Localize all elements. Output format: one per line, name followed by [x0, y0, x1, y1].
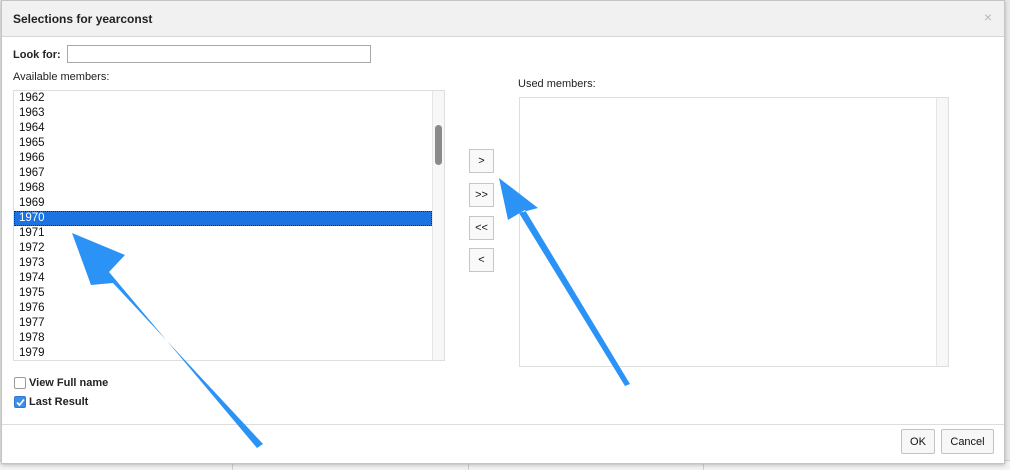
look-for-input[interactable] — [67, 45, 371, 63]
dialog-title: Selections for yearconst — [13, 12, 153, 26]
remove-all-button[interactable]: << — [469, 216, 494, 240]
remove-selected-button[interactable]: < — [469, 248, 494, 272]
available-members-scrollbar[interactable] — [432, 91, 444, 360]
available-member-item[interactable]: 1970 — [14, 211, 432, 226]
available-members-list[interactable]: 1962 1963 1964 1965 1966 1967 1968 1969 1970 1971… — [13, 90, 445, 361]
available-member-item[interactable]: 1969 — [14, 196, 432, 211]
available-member-item[interactable]: 1972 — [14, 241, 432, 256]
available-member-item[interactable]: 1979 — [14, 346, 432, 360]
available-member-item[interactable]: 1971 — [14, 226, 432, 241]
used-members-scrollbar[interactable] — [936, 98, 948, 366]
used-members-list[interactable] — [519, 97, 949, 367]
dialog-titlebar: Selections for yearconst × — [2, 1, 1004, 37]
look-for-label: Look for: — [13, 49, 61, 61]
view-full-name-option[interactable]: View Full name — [14, 377, 108, 389]
available-member-item[interactable]: 1962 — [14, 91, 432, 106]
available-members-label: Available members: — [13, 71, 110, 83]
available-member-item[interactable]: 1966 — [14, 151, 432, 166]
available-member-item[interactable]: 1964 — [14, 121, 432, 136]
available-member-item[interactable]: 1965 — [14, 136, 432, 151]
add-all-button[interactable]: >> — [469, 183, 494, 207]
available-members-items: 1962 1963 1964 1965 1966 1967 1968 1969 1970 1971… — [14, 91, 432, 360]
footer-divider — [2, 424, 1004, 425]
last-result-checkbox[interactable] — [14, 396, 26, 408]
available-member-item[interactable]: 1977 — [14, 316, 432, 331]
ok-button[interactable]: OK — [901, 429, 935, 454]
available-member-item[interactable]: 1967 — [14, 166, 432, 181]
available-member-item[interactable]: 1968 — [14, 181, 432, 196]
last-result-label: Last Result — [29, 396, 89, 408]
available-member-item[interactable]: 1975 — [14, 286, 432, 301]
view-full-name-checkbox[interactable] — [14, 377, 26, 389]
scrollbar-thumb[interactable] — [435, 125, 442, 165]
used-members-label: Used members: — [518, 78, 596, 90]
selections-dialog: Selections for yearconst × Look for: Ava… — [1, 0, 1005, 464]
available-member-item[interactable]: 1973 — [14, 256, 432, 271]
available-member-item[interactable]: 1974 — [14, 271, 432, 286]
cancel-button[interactable]: Cancel — [941, 429, 994, 454]
add-selected-button[interactable]: > — [469, 149, 494, 173]
view-full-name-label: View Full name — [29, 377, 109, 389]
available-member-item[interactable]: 1976 — [14, 301, 432, 316]
available-member-item[interactable]: 1963 — [14, 106, 432, 121]
available-member-item[interactable]: 1978 — [14, 331, 432, 346]
last-result-option[interactable]: Last Result — [14, 396, 88, 408]
close-icon[interactable]: × — [984, 10, 992, 24]
checkmark-icon — [16, 398, 25, 407]
